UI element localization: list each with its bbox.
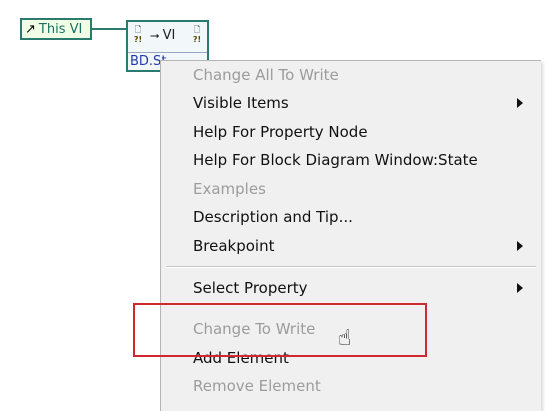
submenu-arrow-icon — [517, 241, 523, 251]
reference-out-terminal[interactable]: 🗋?! — [190, 25, 204, 49]
menu-item-select-property[interactable]: Select Property — [193, 275, 523, 301]
menu-item-label: Description and Tip... — [193, 208, 353, 226]
menu-item-examples[interactable]: Examples — [193, 176, 523, 202]
menu-item-label: Change All To Write — [193, 66, 339, 84]
plug-icon: ⭢ — [150, 28, 160, 42]
property-node-class: ⭢ VI — [150, 28, 175, 43]
menu-item-change-all-to-write[interactable]: Change All To Write — [193, 62, 523, 88]
menu-item-remove-element[interactable]: Remove Element — [193, 373, 523, 399]
menu-item-description-and-tip[interactable]: Description and Tip... — [193, 204, 523, 230]
context-menu: Change All To Write Visible Items Help F… — [160, 60, 541, 411]
menu-item-label: Breakpoint — [193, 237, 275, 255]
hand-pointer-icon: ☝ — [338, 326, 352, 351]
this-vi-constant[interactable]: ↗ This VI — [20, 18, 92, 40]
menu-item-help-property-node[interactable]: Help For Property Node — [193, 119, 523, 145]
reference-in-terminal[interactable]: 🗋?! — [131, 25, 145, 49]
reference-wire — [92, 28, 126, 30]
this-vi-label: This VI — [38, 21, 83, 37]
menu-item-label: Help For Property Node — [193, 123, 368, 141]
menu-item-label: Visible Items — [193, 94, 289, 112]
menu-item-visible-items[interactable]: Visible Items — [193, 90, 523, 116]
menu-item-label: Select Property — [193, 279, 308, 297]
menu-item-breakpoint[interactable]: Breakpoint — [193, 233, 523, 259]
menu-item-help-block-diagram-state[interactable]: Help For Block Diagram Window:State — [193, 147, 523, 173]
menu-item-label: Remove Element — [193, 377, 321, 395]
menu-separator — [166, 266, 536, 268]
highlight-box — [133, 303, 427, 357]
property-node-header: 🗋?! ⭢ VI 🗋?! — [128, 22, 207, 53]
menu-item-label: Examples — [193, 180, 266, 198]
submenu-arrow-icon — [517, 283, 523, 293]
menu-item-label: Help For Block Diagram Window:State — [193, 151, 478, 169]
arrow-reference-icon: ↗ — [25, 21, 36, 37]
submenu-arrow-icon — [517, 98, 523, 108]
property-node-class-label: VI — [162, 28, 176, 43]
